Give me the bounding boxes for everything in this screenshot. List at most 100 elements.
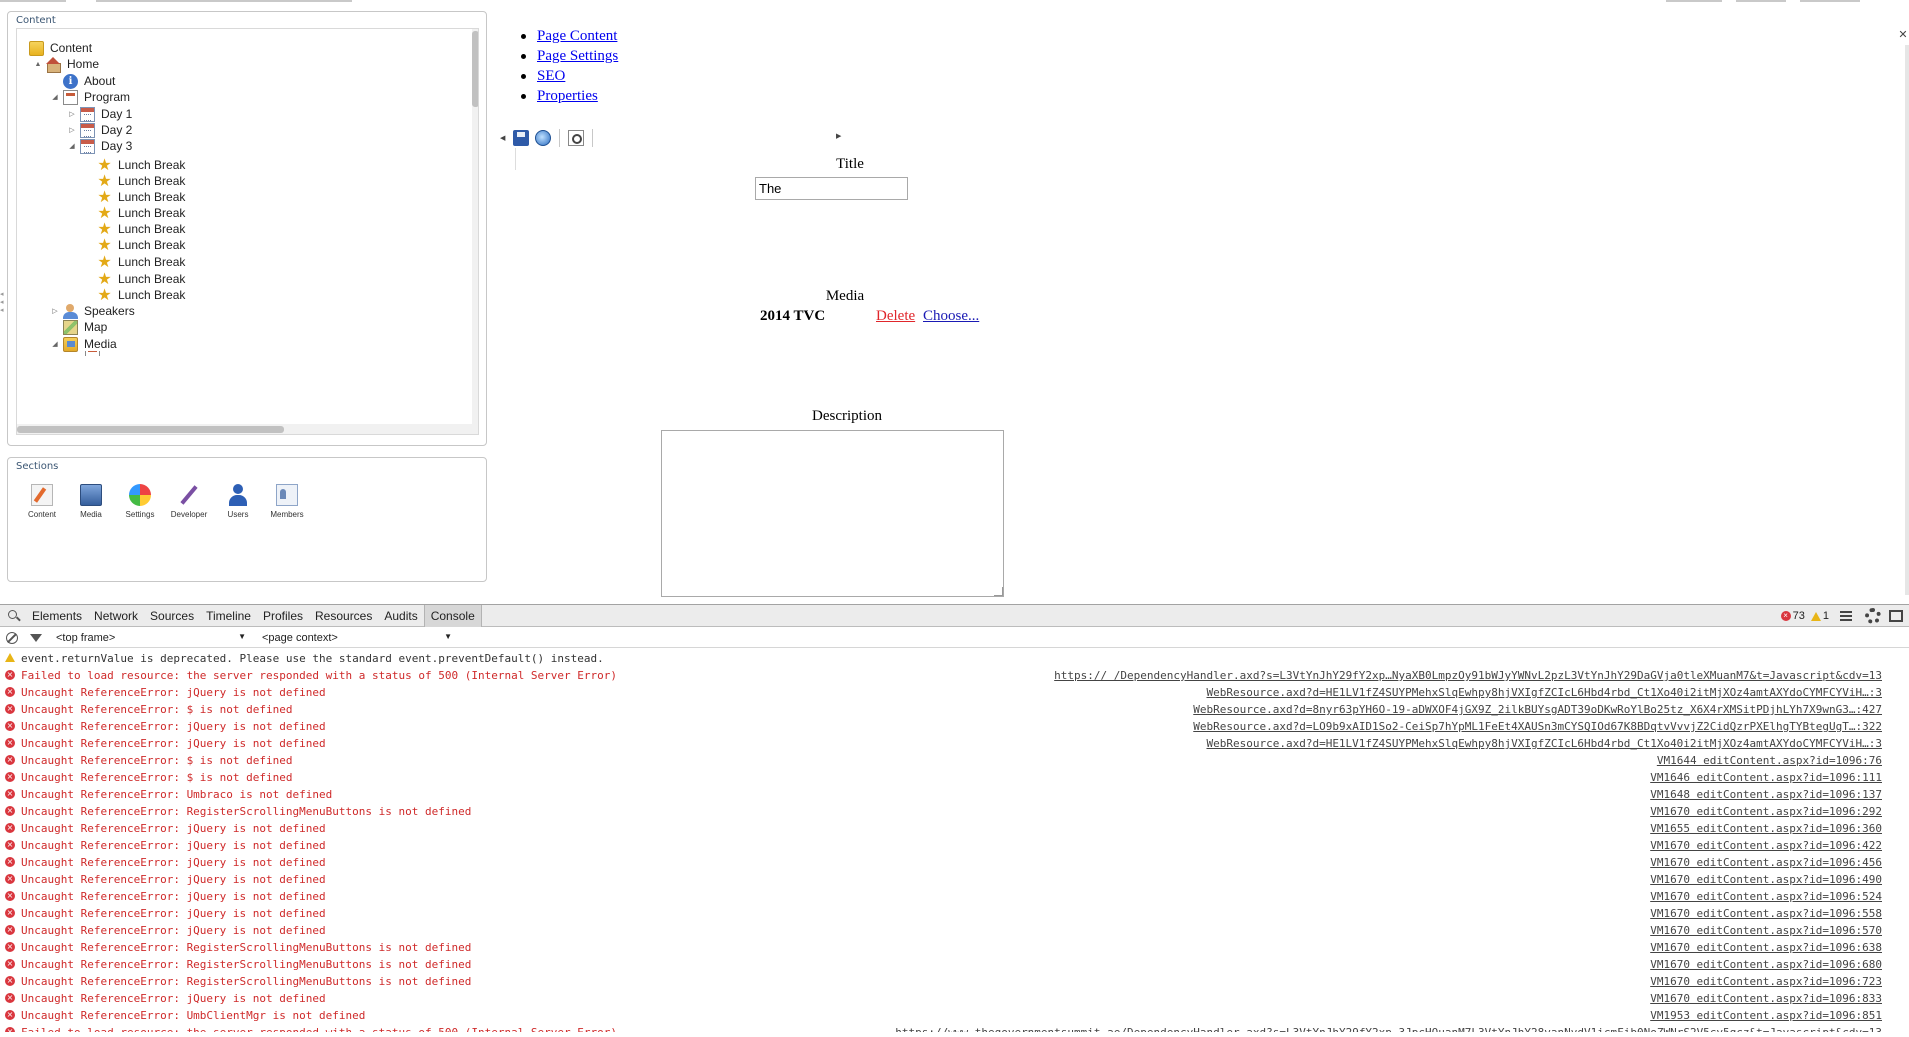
page-tab-link[interactable]: Page Content: [537, 28, 617, 44]
console-source-link[interactable]: https://www.thegovernmentsummit.ae/Depen…: [895, 1024, 1882, 1032]
section-content[interactable]: Content: [20, 484, 64, 519]
tree-item-label: Lunch Break: [118, 174, 186, 188]
devtools-panel: Elements Network Sources Timeline Profiles Re…: [0, 604, 1909, 1037]
console-source-link[interactable]: VM1670 editContent.aspx?id=1096:833: [1650, 990, 1882, 1007]
devtools-tab-audits[interactable]: Audits: [378, 605, 423, 627]
tree-item[interactable]: ★ Lunch Break: [85, 236, 185, 254]
tree-expander-icon[interactable]: ◢: [51, 88, 59, 106]
close-icon[interactable]: ✕: [1897, 28, 1909, 42]
devtools-tab-resources[interactable]: Resources: [309, 605, 378, 627]
console-source-link[interactable]: VM1648 editContent.aspx?id=1096:137: [1650, 786, 1882, 803]
scrollbar-thumb[interactable]: [17, 426, 284, 433]
tree-expander-icon[interactable]: ▲: [34, 55, 42, 73]
section-users[interactable]: Users: [216, 484, 260, 519]
console-source-link[interactable]: WebResource.axd?d=8nyr63pYH6O-19-aDWXOF4…: [1193, 701, 1882, 718]
scrollbar-thumb[interactable]: [472, 31, 478, 107]
developer-section-icon: [178, 484, 200, 506]
devtools-tab-network[interactable]: Network: [88, 605, 144, 627]
context-select[interactable]: <page context> ▼: [262, 632, 452, 644]
tree-item-label: Speakers: [84, 304, 135, 318]
console-source-link[interactable]: WebResource.axd?d=LO9b9xAID1So2-CeiSp7hY…: [1193, 718, 1882, 735]
console-source-link[interactable]: VM1670 editContent.aspx?id=1096:456: [1650, 854, 1882, 871]
page-tab-link[interactable]: Page Settings: [537, 48, 618, 64]
top-strip-segment: [1666, 0, 1722, 2]
show-drawer-icon[interactable]: [1837, 606, 1857, 626]
section-label: Media: [80, 510, 102, 519]
tree-horizontal-scrollbar[interactable]: [17, 424, 472, 434]
devtools-tab-timeline[interactable]: Timeline: [200, 605, 257, 627]
settings-gear-icon[interactable]: [1865, 608, 1881, 624]
save-icon[interactable]: [513, 130, 529, 146]
console-source-link[interactable]: VM1670 editContent.aspx?id=1096:490: [1650, 871, 1882, 888]
description-textarea[interactable]: [661, 430, 1004, 597]
dock-side-icon[interactable]: [1889, 610, 1903, 622]
warning-count-icon[interactable]: [1810, 611, 1821, 621]
splitter-grip-icon[interactable]: ◂ ◂ ◂: [0, 290, 5, 320]
console-source-link[interactable]: VM1670 editContent.aspx?id=1096:680: [1650, 956, 1882, 973]
console-source-link[interactable]: VM1655 editContent.aspx?id=1096:360: [1650, 820, 1882, 837]
page-tab-item: SEO: [520, 66, 618, 86]
people-icon: [63, 303, 78, 319]
warning-count[interactable]: 1: [1823, 610, 1829, 622]
console-source-link[interactable]: VM1670 editContent.aspx?id=1096:524: [1650, 888, 1882, 905]
preview-icon[interactable]: [568, 130, 584, 146]
star-icon: ★: [97, 188, 112, 206]
console-message: × Uncaught ReferenceError: RegisterScroll…: [0, 956, 1909, 973]
error-count[interactable]: 73: [1793, 610, 1805, 622]
console-source-link[interactable]: VM1644 editContent.aspx?id=1096:76: [1657, 752, 1882, 769]
resize-handle-icon[interactable]: [994, 587, 1003, 596]
tree-vertical-scrollbar[interactable]: [472, 29, 478, 434]
tree-item[interactable]: Map: [51, 318, 107, 336]
console-source-link[interactable]: VM1670 editContent.aspx?id=1096:570: [1650, 922, 1882, 939]
frame-select[interactable]: <top frame> ▼: [56, 632, 246, 644]
console-source-link[interactable]: https:// /DependencyHandler.axd?s=L3VtYn…: [1054, 667, 1882, 684]
tree-expander-icon[interactable]: ◢: [68, 137, 76, 155]
section-media[interactable]: Media: [69, 484, 113, 519]
section-settings[interactable]: Settings: [118, 484, 162, 519]
tree-expander-icon[interactable]: ◢: [51, 335, 59, 353]
console-source-link[interactable]: VM1670 editContent.aspx?id=1096:292: [1650, 803, 1882, 820]
tree-item[interactable]: ▲ Home: [34, 55, 99, 73]
console-source-link[interactable]: VM1670 editContent.aspx?id=1096:422: [1650, 837, 1882, 854]
devtools-tab-console[interactable]: Console: [423, 604, 482, 627]
tree-item-partial[interactable]: [85, 351, 106, 356]
tree-item-label: Day 1: [101, 107, 133, 121]
page-tab-link[interactable]: Properties: [537, 88, 598, 104]
console-source-link[interactable]: VM1646 editContent.aspx?id=1096:111: [1650, 769, 1882, 786]
filter-icon[interactable]: [30, 633, 42, 642]
scroll-right-icon[interactable]: ▶: [836, 132, 841, 140]
console-source-link[interactable]: VM1670 editContent.aspx?id=1096:558: [1650, 905, 1882, 922]
console-source-link[interactable]: VM1670 editContent.aspx?id=1096:638: [1650, 939, 1882, 956]
console-message-text: Uncaught ReferenceError: jQuery is not d…: [21, 873, 326, 886]
section-developer[interactable]: Developer: [167, 484, 211, 519]
title-input[interactable]: [755, 177, 908, 200]
tree-item[interactable]: ◢ Program: [51, 88, 130, 106]
scroll-left-icon[interactable]: ◀: [500, 134, 510, 142]
console-message: × Uncaught ReferenceError: jQuery is not …: [0, 684, 1909, 701]
media-choose-link[interactable]: Choose...: [923, 308, 979, 325]
media-delete-link[interactable]: Delete: [876, 308, 915, 325]
tree-item-label: Home: [67, 57, 100, 71]
console-message: × Uncaught ReferenceError: UmbClientMgr i…: [0, 1007, 1909, 1024]
devtools-tab-profiles[interactable]: Profiles: [257, 605, 309, 627]
console-source-link[interactable]: VM1670 editContent.aspx?id=1096:723: [1650, 973, 1882, 990]
tree-item[interactable]: ◢ Media: [51, 335, 117, 353]
save-and-publish-icon[interactable]: [535, 130, 551, 146]
console-message: × Uncaught ReferenceError: jQuery is not …: [0, 922, 1909, 939]
tree-item[interactable]: ★ Lunch Break: [85, 253, 185, 271]
devtools-tab-sources[interactable]: Sources: [144, 605, 200, 627]
page-tab-link[interactable]: SEO: [537, 68, 565, 84]
editor-toolbar: ◀: [500, 127, 598, 149]
inspect-search-icon[interactable]: [4, 605, 26, 627]
tree-item[interactable]: ◢ Day 3: [68, 137, 132, 155]
console-source-link[interactable]: VM1953 editContent.aspx?id=1096:851: [1650, 1007, 1882, 1024]
error-count-icon[interactable]: ×: [1780, 611, 1791, 621]
console-source-link[interactable]: WebResource.axd?d=HE1LV1fZ4SUYPMehxSlqEw…: [1206, 684, 1882, 701]
console-message: × Uncaught ReferenceError: jQuery is not …: [0, 837, 1909, 854]
section-members[interactable]: Members: [265, 484, 309, 519]
page-scrollbar[interactable]: [1905, 45, 1909, 595]
clear-console-icon[interactable]: [6, 631, 18, 644]
devtools-tab-elements[interactable]: Elements: [26, 605, 88, 627]
console-message: × Uncaught ReferenceError: Umbraco is not…: [0, 786, 1909, 803]
console-source-link[interactable]: WebResource.axd?d=HE1LV1fZ4SUYPMehxSlqEw…: [1206, 735, 1882, 752]
